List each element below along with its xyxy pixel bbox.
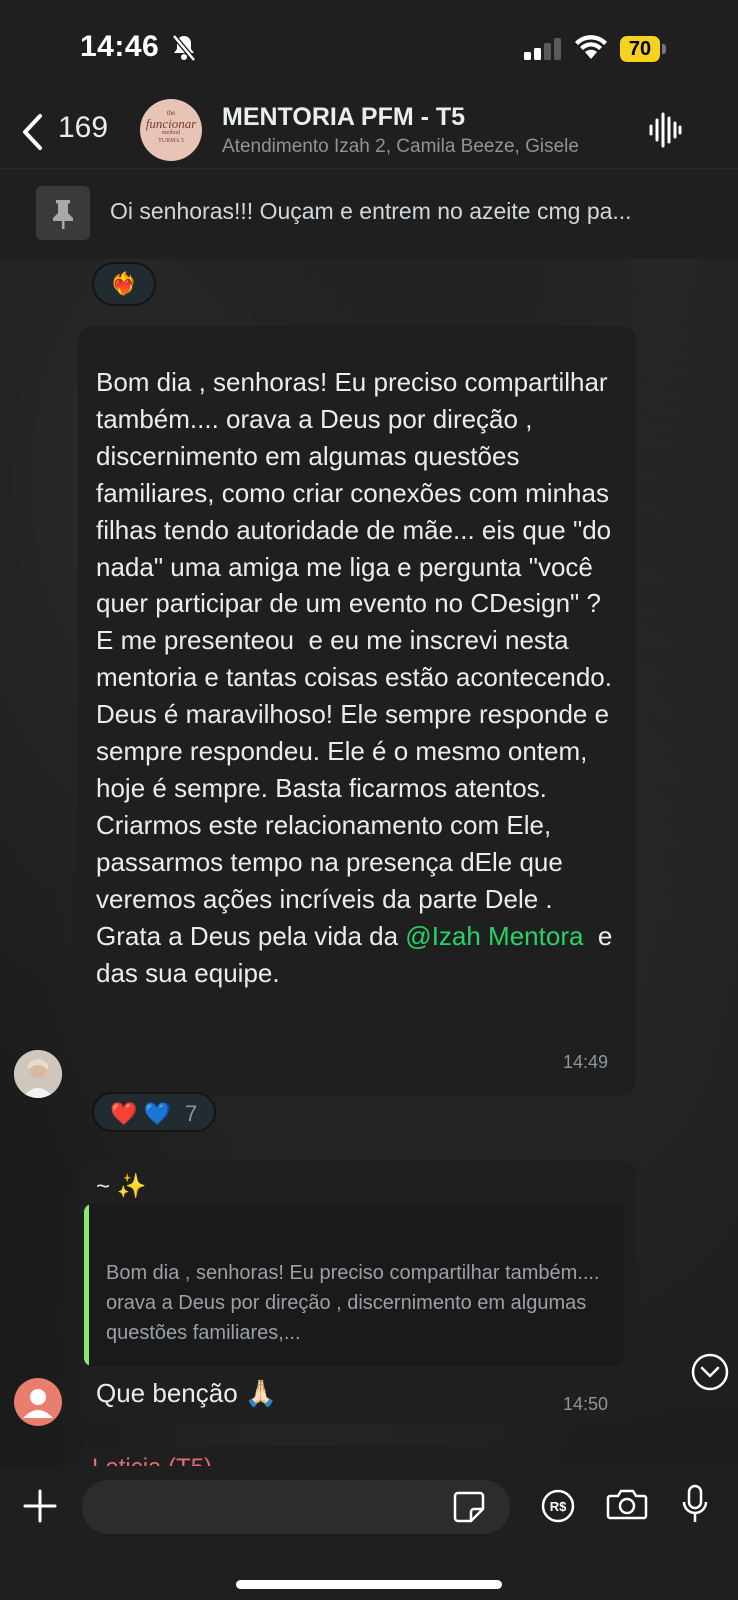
battery-level: 70	[620, 36, 660, 62]
message-text: Bom dia , senhoras! Eu preciso compartil…	[96, 364, 621, 991]
payment-icon[interactable]: R$	[540, 1488, 576, 1524]
pin-icon	[53, 200, 73, 229]
message-input[interactable]	[82, 1480, 510, 1534]
back-chevron-icon[interactable]	[20, 112, 46, 152]
unread-count[interactable]: 169	[58, 111, 108, 145]
pinned-text: Oi senhoras!!! Ouçam e entrem no azeite …	[110, 198, 632, 224]
battery-tip	[662, 44, 666, 54]
group-name[interactable]: MENTORIA PFM - T5	[222, 103, 465, 132]
quoted-message[interactable]: Bom dia , senhoras! Eu preciso compartil…	[84, 1204, 624, 1366]
sender-avatar[interactable]	[14, 1050, 62, 1098]
microphone-icon[interactable]	[680, 1484, 710, 1526]
message-reactions[interactable]: ❤️ 💙 7	[92, 1092, 216, 1132]
voice-chat-icon[interactable]	[648, 110, 682, 150]
message-time: 14:49	[563, 1052, 609, 1072]
person-icon	[23, 1389, 53, 1418]
quoted-text: Bom dia , senhoras! Eu preciso compartil…	[106, 1262, 600, 1344]
status-bar: 14:46 70	[0, 0, 738, 96]
message-body: Bom dia , senhoras! Eu preciso compartil…	[96, 367, 620, 951]
sender-name[interactable]: ~ ✨	[96, 1172, 147, 1201]
avatar-photo-icon	[14, 1050, 62, 1098]
message-text: Que benção 🙏🏻	[96, 1378, 278, 1408]
avatar-text-2: funcionar	[145, 116, 197, 131]
home-indicator	[236, 1580, 502, 1589]
reaction-emojis: ❤️ 💙	[110, 1101, 171, 1126]
default-avatar[interactable]	[14, 1378, 62, 1426]
group-avatar[interactable]: the funcionar method TURMA 5	[140, 99, 202, 161]
group-members[interactable]: Atendimento Izah 2, Camila Beeze, Gisele	[222, 136, 630, 158]
reaction-emoji: ❤️‍🔥	[110, 271, 138, 296]
pin-box	[36, 186, 90, 240]
mention-link[interactable]: @Izah Mentora	[405, 921, 583, 951]
message-bubble[interactable]: Bom dia , senhoras! Eu preciso compartil…	[78, 326, 636, 1096]
camera-icon[interactable]	[606, 1486, 648, 1522]
chevron-down-circle-icon	[691, 1353, 729, 1391]
svg-text:R$: R$	[550, 1499, 567, 1514]
wifi-icon	[575, 35, 607, 59]
message-time: 14:50	[563, 1394, 609, 1414]
avatar-text-4: TURMA 5	[158, 138, 184, 144]
scroll-to-bottom-button[interactable]	[670, 1336, 738, 1406]
sticker-icon[interactable]	[452, 1490, 486, 1524]
reply-message-bubble[interactable]: ~ ✨ Bom dia , senhoras! Eu preciso compa…	[78, 1160, 636, 1424]
chat-header: 169 the funcionar method TURMA 5 MENTORI…	[0, 96, 738, 168]
reaction-chip-top[interactable]: ❤️‍🔥	[92, 262, 156, 306]
reaction-count: 7	[185, 1101, 198, 1126]
avatar-text-1: the	[166, 109, 176, 117]
quote-accent-bar	[84, 1204, 89, 1366]
cellular-signal-icon	[524, 38, 561, 60]
pinned-message-bar[interactable]: Oi senhoras!!! Ouçam e entrem no azeite …	[0, 168, 738, 259]
clock: 14:46	[80, 30, 160, 63]
plus-icon[interactable]	[22, 1488, 58, 1524]
muted-bell-icon	[172, 34, 196, 62]
